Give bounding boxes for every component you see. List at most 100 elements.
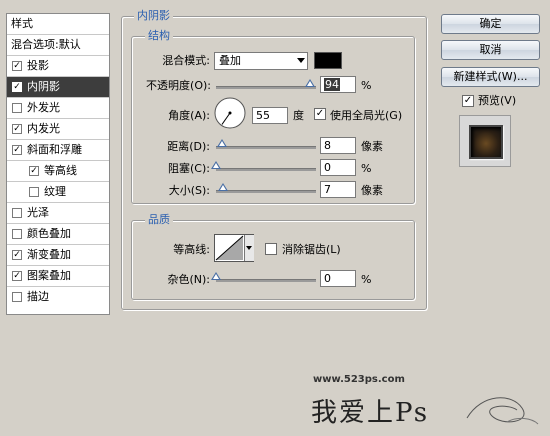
- blend-mode-label: 混合模式:: [162, 54, 210, 67]
- contour-dropdown[interactable]: [244, 235, 254, 261]
- sidebar-item-label: 等高线: [44, 164, 77, 177]
- distance-label: 距离(D):: [167, 140, 210, 153]
- sidebar-item-label: 投影: [27, 59, 49, 72]
- watermark-swirl: [466, 397, 539, 425]
- sidebar-checkbox[interactable]: ✓: [12, 145, 22, 155]
- noise-input[interactable]: 0: [320, 270, 356, 287]
- angle-dial[interactable]: [213, 96, 247, 130]
- choke-input[interactable]: 0: [320, 159, 356, 176]
- size-value: 7: [324, 183, 331, 196]
- size-input[interactable]: 7: [320, 181, 356, 198]
- blend-mode-value: 叠加: [219, 54, 241, 67]
- size-unit: 像素: [361, 184, 383, 197]
- opacity-slider-track[interactable]: [216, 86, 316, 89]
- distance-slider-thumb[interactable]: [217, 139, 227, 147]
- distance-value: 8: [324, 139, 331, 152]
- contour-curve-icon: [215, 235, 244, 261]
- choke-slider-track[interactable]: [216, 168, 316, 171]
- style-list: 样式 混合选项:默认 ✓ 投影 ✓ 内阴影 外发光 ✓ 内发光 ✓ 斜面和浮雕 …: [6, 13, 110, 315]
- antialias-label: 消除锯齿(L): [282, 243, 341, 256]
- sidebar-checkbox[interactable]: [29, 187, 39, 197]
- sidebar-item-label: 内发光: [27, 122, 60, 135]
- opacity-unit: %: [361, 79, 372, 92]
- size-label: 大小(S):: [168, 184, 210, 197]
- cancel-button[interactable]: 取消: [441, 40, 540, 60]
- style-list-header: 样式: [7, 14, 109, 35]
- style-preview: [459, 115, 511, 167]
- angle-input[interactable]: 55: [252, 107, 288, 124]
- sidebar-checkbox[interactable]: ✓: [12, 82, 22, 92]
- quality-title: 品质: [145, 214, 173, 226]
- choke-unit: %: [361, 162, 372, 175]
- sidebar-item-pattern-overlay[interactable]: ✓ 图案叠加: [7, 266, 109, 287]
- choke-slider-thumb[interactable]: [211, 161, 221, 169]
- sidebar-item-inner-shadow[interactable]: ✓ 内阴影: [7, 77, 109, 98]
- sidebar-item-label: 外发光: [27, 101, 60, 114]
- sidebar-item-texture[interactable]: 纹理: [7, 182, 109, 203]
- structure-title: 结构: [145, 30, 173, 42]
- sidebar-checkbox[interactable]: ✓: [12, 250, 22, 260]
- sidebar-checkbox[interactable]: [12, 292, 22, 302]
- sidebar-item-gradient-overlay[interactable]: ✓ 渐变叠加: [7, 245, 109, 266]
- angle-label: 角度(A):: [168, 109, 210, 122]
- sidebar-checkbox[interactable]: ✓: [12, 271, 22, 281]
- sidebar-checkbox[interactable]: [12, 208, 22, 218]
- noise-unit: %: [361, 273, 372, 286]
- global-light-checkbox[interactable]: ✓: [314, 108, 326, 120]
- watermark-text: 我爱上Ps: [311, 398, 430, 428]
- distance-unit: 像素: [361, 140, 383, 153]
- sidebar-checkbox[interactable]: [12, 103, 22, 113]
- opacity-label: 不透明度(O):: [146, 79, 211, 92]
- style-list-header-label: 样式: [11, 17, 33, 30]
- angle-unit: 度: [293, 109, 304, 122]
- sidebar-item-blending-options[interactable]: 混合选项:默认: [7, 35, 109, 56]
- noise-value: 0: [324, 272, 331, 285]
- global-light-label: 使用全局光(G): [330, 109, 403, 122]
- panel-title: 内阴影: [134, 10, 173, 22]
- sidebar-item-label: 描边: [27, 290, 49, 303]
- sidebar-item-bevel-emboss[interactable]: ✓ 斜面和浮雕: [7, 140, 109, 161]
- sidebar-item-stroke[interactable]: 描边: [7, 287, 109, 308]
- sidebar-item-label: 图案叠加: [27, 269, 71, 282]
- blend-mode-select[interactable]: 叠加: [214, 52, 308, 70]
- sidebar-item-inner-glow[interactable]: ✓ 内发光: [7, 119, 109, 140]
- watermark-url: www.523ps.com: [313, 374, 405, 385]
- opacity-slider-thumb[interactable]: [305, 79, 315, 87]
- sidebar-checkbox[interactable]: ✓: [29, 166, 39, 176]
- chevron-down-icon: [246, 246, 252, 250]
- opacity-input[interactable]: 94: [320, 76, 356, 93]
- distance-input[interactable]: 8: [320, 137, 356, 154]
- preview-label: 预览(V): [478, 94, 517, 107]
- distance-slider-track[interactable]: [216, 146, 316, 149]
- sidebar-item-label: 渐变叠加: [27, 248, 71, 261]
- preview-thumbnail: [469, 125, 503, 159]
- noise-slider-track[interactable]: [216, 279, 316, 282]
- sidebar-item-label: 斜面和浮雕: [27, 143, 82, 156]
- sidebar-item-outer-glow[interactable]: 外发光: [7, 98, 109, 119]
- noise-slider-thumb[interactable]: [211, 272, 221, 280]
- antialias-checkbox[interactable]: [265, 243, 277, 255]
- contour-label: 等高线:: [173, 243, 210, 256]
- preview-checkbox[interactable]: ✓: [462, 95, 474, 107]
- sidebar-checkbox[interactable]: [12, 229, 22, 239]
- angle-value: 55: [256, 109, 270, 122]
- sidebar-item-color-overlay[interactable]: 颜色叠加: [7, 224, 109, 245]
- sidebar-checkbox[interactable]: ✓: [12, 124, 22, 134]
- quality-group: [131, 220, 415, 300]
- sidebar-item-label: 光泽: [27, 206, 49, 219]
- ok-button[interactable]: 确定: [441, 14, 540, 34]
- sidebar-item-label: 混合选项:默认: [11, 38, 81, 51]
- opacity-value: 94: [324, 78, 340, 91]
- chevron-down-icon: [297, 58, 305, 63]
- noise-label: 杂色(N):: [167, 273, 210, 286]
- size-slider-track[interactable]: [216, 190, 316, 193]
- sidebar-item-satin[interactable]: 光泽: [7, 203, 109, 224]
- sidebar-item-drop-shadow[interactable]: ✓ 投影: [7, 56, 109, 77]
- size-slider-thumb[interactable]: [218, 183, 228, 191]
- contour-picker[interactable]: [214, 234, 254, 262]
- blend-color-swatch[interactable]: [314, 52, 342, 69]
- sidebar-checkbox[interactable]: ✓: [12, 61, 22, 71]
- choke-label: 阻塞(C):: [168, 162, 210, 175]
- new-style-button[interactable]: 新建样式(W)...: [441, 67, 540, 87]
- sidebar-item-contour[interactable]: ✓ 等高线: [7, 161, 109, 182]
